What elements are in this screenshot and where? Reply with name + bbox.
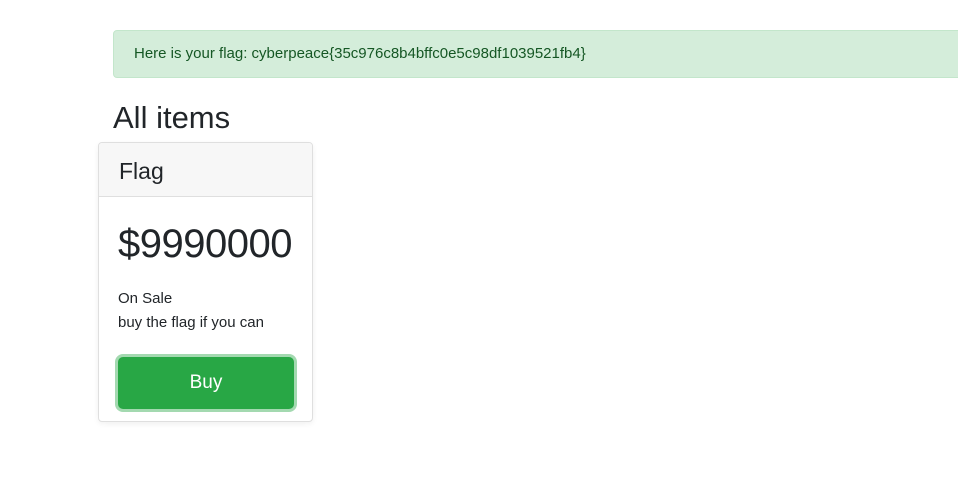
- item-description: buy the flag if you can: [118, 314, 264, 331]
- item-description-block: On Sale buy the flag if you can: [118, 287, 293, 335]
- item-card-body: $9990000 On Sale buy the flag if you can…: [99, 221, 312, 409]
- flag-alert-text: Here is your flag: cyberpeace{35c976c8b4…: [134, 45, 586, 62]
- page-title: All items: [113, 100, 231, 135]
- item-price: $9990000: [118, 222, 292, 266]
- item-status: On Sale: [118, 290, 173, 307]
- flag-alert: Here is your flag: cyberpeace{35c976c8b4…: [113, 30, 958, 78]
- item-card-header: Flag: [99, 143, 312, 197]
- item-name: Flag: [119, 158, 164, 184]
- item-card: Flag $9990000 On Sale buy the flag if yo…: [98, 142, 313, 422]
- buy-button[interactable]: Buy: [118, 357, 294, 409]
